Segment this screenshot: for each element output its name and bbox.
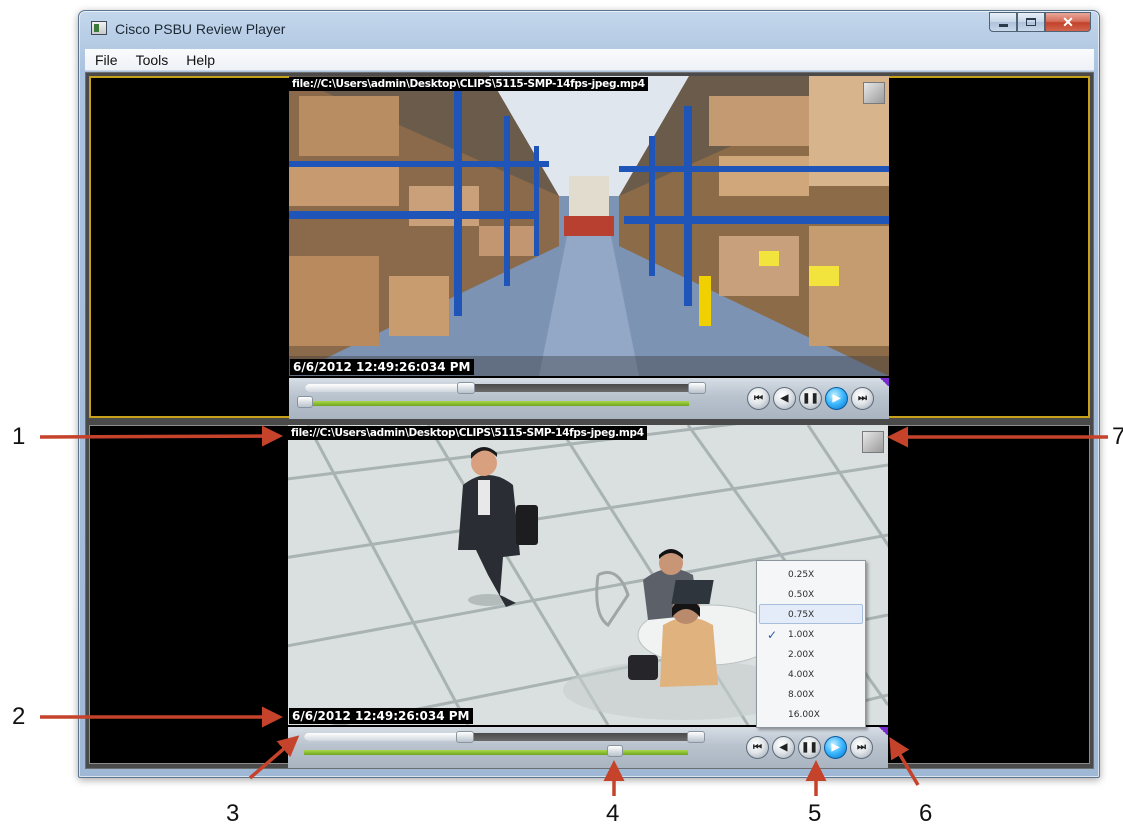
speed-option-label: 2.00X [788,650,815,660]
callout-2: 2 [12,703,26,730]
speed-option-label: 16.00X [788,710,820,720]
annotation-arrows [39,425,1108,796]
speed-option[interactable]: 0.50X [759,584,863,604]
speed-option[interactable]: 8.00X [759,684,863,704]
callout-arrow-3 [248,735,300,780]
callout-arrow-1 [39,425,283,447]
speed-option-label: 0.25X [788,570,815,580]
callout-arrow-6 [889,736,920,786]
callout-5: 5 [808,800,822,826]
speed-option-label: 1.00X [788,630,815,640]
timestamp-label: 6/6/2012 12:49:26:034 PM [290,359,474,375]
ptz-control-icon[interactable] [862,431,884,453]
ptz-control-icon[interactable] [863,82,885,104]
playback-speed-menu: 0.25X 0.50X 0.75X ✓ 1.00X 2.00X 4.00X 8.00X 16.0… [756,560,866,728]
speed-option-label: 0.75X [788,610,815,620]
speed-option[interactable]: 16.00X [759,704,863,724]
checkmark-icon: ✓ [767,628,778,642]
speed-option-label: 8.00X [788,690,815,700]
timestamp-label: 6/6/2012 12:49:26:034 PM [289,708,473,724]
file-path-label: file://C:\Users\admin\Desktop\CLIPS\5115… [289,77,648,91]
file-path-label: file://C:\Users\admin\Desktop\CLIPS\5115… [288,426,647,440]
speed-option-label: 0.50X [788,590,815,600]
speed-option[interactable]: 0.25X [759,564,863,584]
callout-7: 7 [1112,423,1123,450]
callout-6: 6 [919,800,933,826]
speed-option-label: 4.00X [788,670,815,680]
speed-option[interactable]: 4.00X [759,664,863,684]
callout-4: 4 [606,800,620,826]
speed-option[interactable]: 2.00X [759,644,863,664]
callout-3: 3 [226,800,240,826]
callout-1: 1 [12,423,26,450]
speed-option[interactable]: 0.75X [759,604,863,624]
speed-option[interactable]: ✓ 1.00X [759,624,863,644]
